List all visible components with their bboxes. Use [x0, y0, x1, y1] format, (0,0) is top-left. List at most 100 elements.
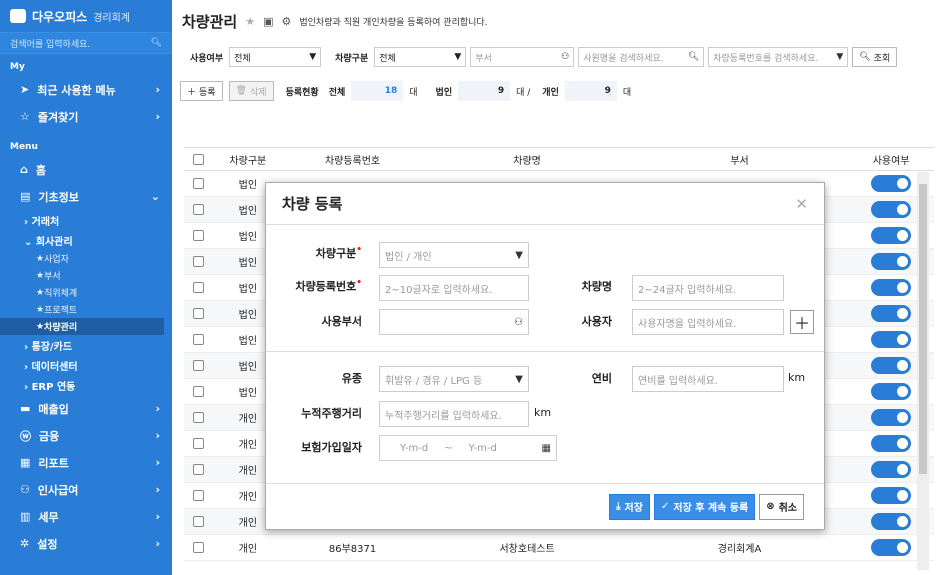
delete-button[interactable]: 🗑︎ 삭제 [228, 81, 274, 101]
sidebar-leaf-vehicle[interactable]: ★ 차량관리 [0, 318, 164, 335]
brand-sub: 경리회계 [93, 12, 131, 24]
date-from[interactable]: Y-m-d [400, 443, 428, 454]
sidebar-leaf-position[interactable]: ★ 직위체계 [0, 284, 172, 301]
sidebar-item-basic-info[interactable]: ▤ 기초정보 ⌄ [0, 183, 172, 210]
leaf-label: 차량관리 [44, 323, 78, 333]
table-row[interactable]: 개인 86부8371 서창호테스트 경리회계A [184, 535, 934, 561]
add-user-button[interactable]: ＋ [790, 310, 814, 334]
row-checkbox[interactable] [193, 230, 205, 241]
sidebar-item-favorites[interactable]: ☆ 즐겨찾기 › [0, 103, 172, 130]
dept-placeholder: 부서 [475, 53, 492, 64]
sidebar-item-home[interactable]: ⌂ 홈 [0, 156, 172, 183]
sidebar-sub-client[interactable]: › 거래처 [0, 210, 172, 230]
usage-toggle[interactable] [871, 279, 912, 296]
sidebar-leaf-business[interactable]: ★ 사업자 [0, 250, 172, 267]
sidebar-sub-company[interactable]: ⌄ 회사관리 [0, 230, 172, 250]
column-header[interactable]: 차량명 [423, 152, 630, 167]
sidebar-item-sales[interactable]: ▬ 매출입 › [0, 395, 172, 422]
save-button[interactable]: ⤓ 저장 [609, 493, 650, 520]
column-header[interactable]: 부서 [631, 152, 848, 167]
row-checkbox[interactable] [193, 204, 205, 215]
add-button[interactable]: ＋ 등록 [180, 81, 223, 101]
sidebar-item-tax[interactable]: ▥ 세무 › [0, 503, 172, 530]
sidebar-item-settings[interactable]: ✲ 설정 › [0, 530, 172, 557]
usage-toggle[interactable] [871, 461, 912, 478]
row-checkbox[interactable] [193, 256, 205, 267]
column-header[interactable]: 차량구분 [214, 152, 282, 167]
usage-toggle[interactable] [871, 331, 912, 348]
save-continue-button[interactable]: ✓ 저장 후 계속 등록 [653, 493, 756, 520]
usage-select[interactable]: 전체 ▼ [229, 47, 322, 67]
usage-toggle[interactable] [871, 435, 912, 452]
fuel-select[interactable]: 휘발유 / 경유 / LPG 등 ▼ [379, 366, 529, 392]
sidebar-search-input[interactable]: 검색어를 입력하세요. 🔍︎ [0, 32, 172, 54]
usage-toggle[interactable] [871, 383, 912, 400]
dept-input[interactable]: ⚇ [379, 309, 529, 335]
row-checkbox[interactable] [193, 412, 205, 423]
date-to[interactable]: Y-m-d [469, 443, 497, 454]
calendar-icon[interactable]: ▦ [542, 443, 551, 454]
row-checkbox[interactable] [193, 334, 205, 345]
column-header[interactable]: 차량등록번호 [282, 152, 424, 167]
plate-field-label: 차량등록번호• [280, 278, 363, 294]
help-icon[interactable]: ▣ [263, 15, 273, 28]
sidebar-item-label: 인사급여 [37, 483, 79, 497]
column-header[interactable]: 사용여부 [848, 152, 934, 167]
row-checkbox[interactable] [193, 386, 205, 397]
usage-toggle[interactable] [871, 409, 912, 426]
brand[interactable]: 다우오피스 경리회계 [0, 0, 172, 32]
usage-toggle[interactable] [871, 539, 912, 556]
cancel-button[interactable]: ⊗ 취소 [759, 493, 804, 520]
search-button[interactable]: 🔍︎ 조회 [852, 47, 898, 67]
mileage-input[interactable]: 누적주행거리를 입력하세요. [379, 401, 529, 427]
mileage-field-label: 누적주행거리 [301, 407, 362, 420]
usage-toggle[interactable] [871, 253, 912, 270]
sidebar-sub-erp[interactable]: › ERP 연동 [0, 375, 172, 395]
employee-search-input[interactable]: 사원명을 검색하세요. 🔍︎ [578, 47, 705, 67]
usage-toggle[interactable] [871, 305, 912, 322]
efficiency-input[interactable]: 연비를 입력하세요. [632, 366, 784, 392]
usage-toggle[interactable] [871, 175, 912, 192]
row-checkbox[interactable] [193, 360, 205, 371]
sidebar-sub-datacenter[interactable]: › 데이터센터 [0, 355, 172, 375]
org-chart-icon[interactable]: ⚇ [561, 52, 569, 62]
row-checkbox[interactable] [193, 282, 205, 293]
save-label: 저장 [624, 503, 643, 514]
vehicle-name-input[interactable]: 2~24글자 입력하세요. [632, 275, 784, 301]
usage-toggle[interactable] [871, 201, 912, 218]
plate-input[interactable]: 2~10글자로 입력하세요. [379, 275, 529, 301]
usage-toggle[interactable] [871, 357, 912, 374]
sidebar-leaf-dept[interactable]: ★ 부서 [0, 267, 172, 284]
type-select[interactable]: 법인 / 개인 ▼ [379, 242, 529, 268]
row-checkbox[interactable] [193, 464, 205, 475]
close-icon[interactable]: ✕ [795, 195, 808, 213]
star-icon[interactable]: ★ [245, 15, 255, 28]
select-all-checkbox[interactable] [193, 153, 205, 165]
row-checkbox[interactable] [193, 542, 205, 553]
dialog-body: 차량구분• 법인 / 개인 ▼ 차량등록번호• 2~10글자로 입력하세요. 차량… [266, 225, 824, 483]
type-select[interactable]: 전체 ▼ [374, 47, 467, 67]
sidebar-item-report[interactable]: ▦ 리포트 › [0, 449, 172, 476]
row-checkbox[interactable] [193, 516, 205, 527]
user-input[interactable]: 사용자명을 입력하세요. [632, 309, 784, 335]
search-icon[interactable]: 🔍︎ [151, 38, 162, 48]
sidebar-item-hr[interactable]: ⚇ 인사급여 › [0, 476, 172, 503]
row-checkbox[interactable] [193, 438, 205, 449]
usage-toggle[interactable] [871, 227, 912, 244]
insurance-date-range[interactable]: Y-m-d ~ Y-m-d ▦ [379, 435, 557, 461]
row-checkbox[interactable] [193, 178, 205, 189]
row-checkbox[interactable] [193, 308, 205, 319]
plate-search-select[interactable]: 차량등록번호를 검색하세요. ▼ [708, 47, 849, 67]
usage-toggle[interactable] [871, 487, 912, 504]
sidebar-leaf-project[interactable]: ★ 프로젝트 [0, 301, 172, 318]
row-checkbox[interactable] [193, 490, 205, 501]
dept-input[interactable]: 부서 ⚇ [470, 47, 575, 67]
sidebar-item-recent[interactable]: ➤ 최근 사용한 메뉴 › [0, 76, 172, 103]
usage-toggle[interactable] [871, 513, 912, 530]
sidebar-sub-bank[interactable]: › 통장/카드 [0, 335, 172, 355]
org-chart-icon[interactable]: ⚇ [514, 317, 523, 328]
sidebar-item-finance[interactable]: ⓦ 금융 › [0, 422, 172, 449]
search-icon[interactable]: 🔍︎ [688, 52, 699, 62]
scrollbar-thumb[interactable] [919, 184, 927, 474]
table-scrollbar[interactable] [917, 172, 929, 570]
